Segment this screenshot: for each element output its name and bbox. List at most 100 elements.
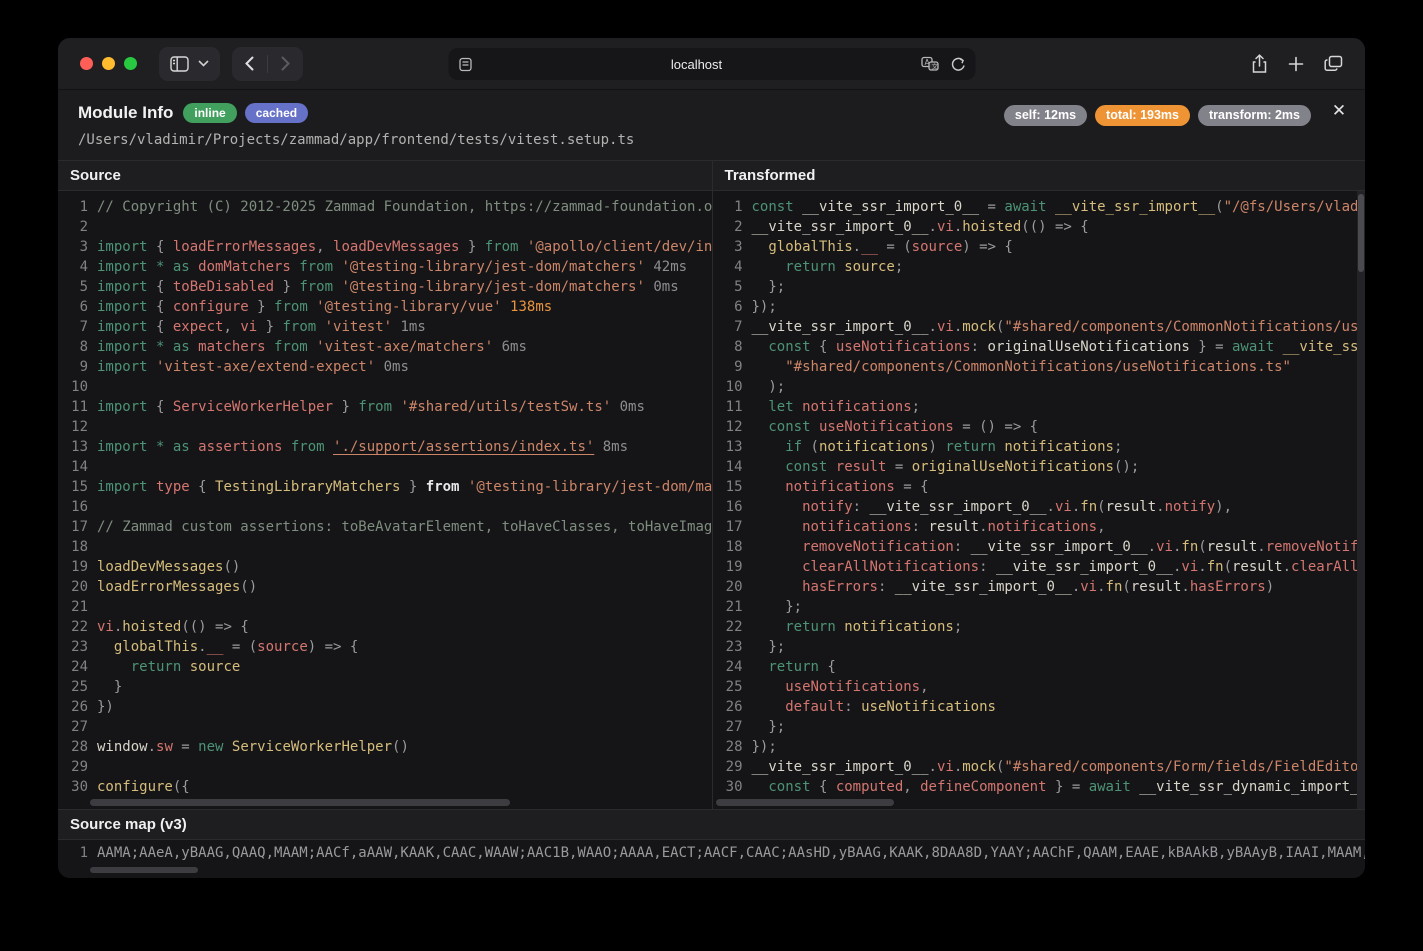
code-text: return source [97,657,240,677]
transformed-vertical-scrollbar-thumb[interactable] [1358,194,1364,272]
code-token [752,499,803,515]
code-token: from [485,239,519,255]
code-token: vi [937,319,954,335]
code-token: return [768,659,819,675]
line-number: 7 [58,317,88,337]
source-code-area[interactable]: 1// Copyright (C) 2012-2025 Zammad Found… [58,191,712,809]
address-bar[interactable]: localhost A 文 [448,48,975,80]
code-token: , [903,779,920,795]
url-text[interactable]: localhost [473,57,920,72]
code-token [752,679,786,695]
code-line: 22 return notifications; [713,617,1366,637]
code-token: 0ms [645,279,679,295]
line-number: 8 [58,337,88,357]
new-tab-icon[interactable] [1288,56,1304,72]
code-token: __vite_ssr_import_0__ [752,219,929,235]
code-line: 16 [58,497,712,517]
code-token: } [400,479,425,495]
code-token: __vite_ssr_import_0__ [996,559,1173,575]
code-text: let notifications; [752,397,921,417]
line-number: 24 [713,657,743,677]
tab-overview-icon[interactable] [1324,55,1343,72]
code-token: loadDevMessages [333,239,459,255]
code-text: }; [752,277,786,297]
module-link[interactable]: './support/assertions/index.ts' [333,439,594,455]
code-panes: Source 1// Copyright (C) 2012-2025 Zamma… [58,160,1365,809]
traffic-zoom[interactable] [124,57,137,70]
code-token: { [190,479,215,495]
line-number: 18 [713,537,743,557]
line-number: 4 [58,257,88,277]
line-number: 14 [58,457,88,477]
code-line: 23 }; [713,637,1366,657]
traffic-minimize[interactable] [102,57,115,70]
code-text: globalThis.__ = (source) => { [752,237,1013,257]
code-token: = { [895,479,929,495]
code-token: fn [1080,499,1097,515]
code-token: import [97,299,148,315]
code-token: } [274,279,299,295]
back-button[interactable] [232,47,267,81]
code-token: (() => { [181,619,248,635]
traffic-close[interactable] [80,57,93,70]
code-token: return [945,439,996,455]
code-token: ) [929,439,946,455]
code-token: window [97,739,148,755]
code-token: . [1072,499,1080,515]
code-text: import 'vitest-axe/extend-expect' 0ms [97,357,409,377]
code-token: from [358,399,392,415]
code-token: ) => { [962,239,1013,255]
code-text: import { loadErrorMessages, loadDevMessa… [97,237,712,257]
code-token: notifications [794,399,912,415]
code-token: . [198,639,206,655]
line-number: 5 [58,277,88,297]
code-text: loadErrorMessages() [97,577,257,597]
code-token: } [257,319,282,335]
code-token [97,639,114,655]
source-horizontal-scrollbar[interactable] [90,799,510,806]
chevron-down-icon[interactable] [198,60,209,67]
code-token: toBeDisabled [173,279,274,295]
code-token: ), [1215,499,1232,515]
code-token: () [240,579,257,595]
code-token: defineComponent [920,779,1046,795]
code-text: if (notifications) return notifications; [752,437,1123,457]
code-line: 4import * as domMatchers from '@testing-… [58,257,712,277]
code-token: import [97,399,148,415]
code-token: const [768,419,810,435]
transformed-vertical-scrollbar-track[interactable] [1357,191,1365,809]
page-settings-icon[interactable] [457,57,473,72]
transformed-horizontal-scrollbar[interactable] [716,799,894,806]
code-line: 3 globalThis.__ = (source) => { [713,237,1366,257]
code-token: vi [1181,559,1198,575]
reload-icon[interactable] [950,56,966,73]
code-token [752,699,786,715]
code-token: result [929,519,980,535]
code-line: 28}); [713,737,1366,757]
sidebar-toggle-button[interactable] [159,47,220,81]
code-token: notifications [819,439,929,455]
close-icon[interactable]: ✕ [1329,101,1349,121]
code-token: 0ms [611,399,645,415]
code-token: 'vitest-axe/matchers' [308,339,493,355]
code-token [752,659,769,675]
code-token: mock [962,319,996,335]
code-text: const { computed, defineComponent } = aw… [752,777,1366,797]
code-token: . [1148,539,1156,555]
forward-button[interactable] [268,47,303,81]
line-number: 28 [713,737,743,757]
code-token: from [266,339,308,355]
code-token: from [282,319,316,335]
code-line: 26 default: useNotifications [713,697,1366,717]
sourcemap-horizontal-scrollbar[interactable] [90,867,198,873]
extensions-icon[interactable]: A 文 [920,56,940,72]
code-token: __ [861,239,878,255]
code-token: originalUseNotifications [988,339,1190,355]
code-token [752,259,786,275]
code-token: : [912,519,929,535]
share-icon[interactable] [1251,54,1268,74]
sourcemap-body[interactable]: 1 AAMA;AAeA,yBAAG,QAAQ,MAAM;AACf,aAAW,KA… [58,840,1365,878]
code-text: ); [752,377,786,397]
transformed-code-area[interactable]: 1const __vite_ssr_import_0__ = await __v… [713,191,1366,809]
line-number: 25 [713,677,743,697]
